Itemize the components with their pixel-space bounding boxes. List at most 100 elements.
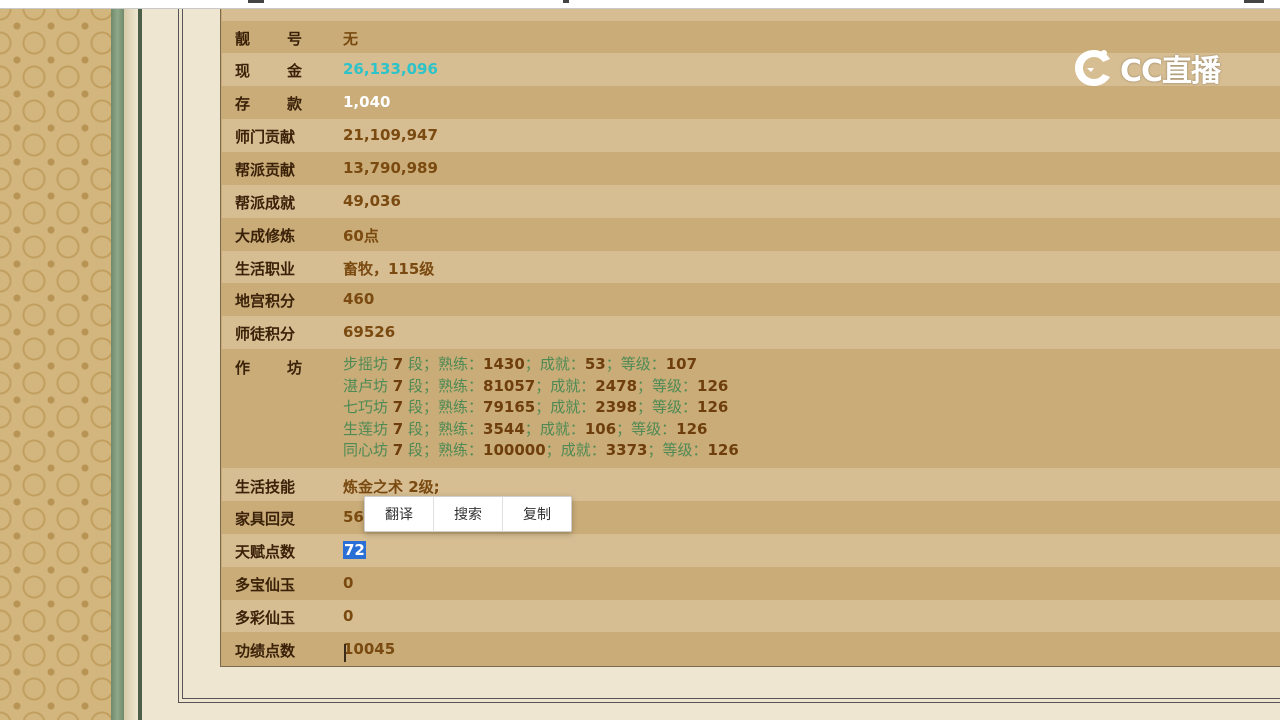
row-label: 现金 [235, 60, 302, 81]
workshop-level: 7 [392, 355, 404, 373]
workshop-level: 7 [392, 398, 404, 417]
row-label: 作坊 [235, 357, 302, 378]
workshop-grade: 126 [707, 441, 739, 460]
left-green-band [111, 9, 124, 720]
row-value: 60点 [343, 227, 379, 245]
row-label: 多彩仙玉 [235, 609, 296, 627]
row-label-char: 靓 [235, 30, 251, 48]
row-value: 69526 [343, 323, 396, 341]
row-label: 生活职业 [235, 260, 296, 278]
text-cursor-icon [344, 644, 346, 664]
workshop-token: 段； [408, 398, 439, 417]
workshop-token: 熟练： [438, 419, 484, 438]
workshop-list: 步摇坊 7 段；熟练：1430；成就：53；等级：107 湛卢坊 7 段；熟练：… [343, 354, 739, 462]
talent-value-selected[interactable]: 72 [343, 541, 366, 559]
workshop-token: 成就： [539, 419, 585, 438]
workshop-achievement: 106 [584, 419, 617, 438]
workshop-token: 等级： [652, 398, 698, 417]
row-label-char: 作 [235, 359, 251, 377]
row-label: 帮派成就 [235, 194, 296, 212]
workshop-token: 熟练： [438, 398, 484, 417]
info-row-partial [222, 9, 1280, 21]
row-value: 460 [343, 290, 375, 308]
workshop-level: 7 [392, 419, 404, 438]
workshop-line: 同心坊 7 段；熟练：100000；成就：3373；等级：126 [343, 441, 739, 460]
info-row-cultivation: 大成修炼 60点 [222, 218, 1280, 251]
row-label-char: 金 [286, 62, 302, 80]
info-row-mentor-points: 师徒积分 69526 [222, 316, 1280, 349]
text-selection[interactable]: 72 [343, 541, 366, 559]
row-value: 炼金之术 2级; [343, 478, 440, 496]
workshop-name: 步摇坊 [343, 355, 389, 373]
row-label-char: 款 [286, 95, 302, 113]
workshop-grade: 107 [665, 355, 698, 373]
workshop-token: 段； [408, 419, 439, 438]
row-label: 帮派贡献 [235, 161, 296, 179]
info-row-merit-points: 功绩点数 10045 [222, 632, 1280, 666]
row-label: 天赋点数 [235, 543, 296, 561]
info-row-guild-achievement: 帮派成就 49,036 [222, 185, 1280, 218]
workshop-token: 熟练： [438, 376, 484, 395]
top-strip-mark [1244, 0, 1264, 3]
row-label-char: 现 [235, 62, 251, 80]
top-strip-mark [248, 0, 264, 3]
row-label: 存款 [235, 93, 302, 114]
workshop-token: 段； [408, 376, 439, 395]
workshop-skill: 3544 [483, 419, 525, 438]
workshop-achievement: 53 [584, 355, 606, 373]
workshop-token: 等级： [620, 355, 666, 373]
row-value: 21,109,947 [343, 126, 438, 144]
row-label: 师门贡献 [235, 128, 296, 146]
workshop-line: 生莲坊 7 段；熟练：3544；成就：106；等级：126 [343, 419, 708, 438]
workshop-name: 湛卢坊 [343, 376, 389, 395]
workshop-line: 步摇坊 7 段；熟练：1430；成就：53；等级：107 [343, 355, 698, 373]
row-value: 56 [343, 508, 364, 526]
copy-button[interactable]: 复制 [503, 497, 571, 531]
info-row-guild-contribution: 帮派贡献 13,790,989 [222, 152, 1280, 185]
workshop-skill: 100000 [483, 441, 546, 460]
workshop-name: 生莲坊 [343, 419, 389, 438]
workshop-token: 等级： [662, 441, 708, 460]
row-label: 大成修炼 [235, 227, 296, 245]
translate-button[interactable]: 翻译 [365, 497, 434, 531]
workshop-achievement: 3373 [605, 441, 648, 460]
workshop-grade: 126 [697, 398, 729, 417]
row-label: 生活技能 [235, 478, 296, 496]
row-label: 地宫积分 [235, 292, 296, 310]
row-value: 49,036 [343, 192, 401, 210]
info-row-workshop: 作坊 步摇坊 7 段；熟练：1430；成就：53；等级：107 湛卢坊 7 段；… [222, 349, 1280, 468]
info-row-duocai-jade: 多彩仙玉 0 [222, 600, 1280, 632]
workshop-token: 成就： [550, 398, 596, 417]
row-label-char: 号 [286, 30, 302, 48]
row-label-char: 存 [235, 95, 251, 113]
workshop-token: 等级： [652, 376, 698, 395]
workshop-token: 熟练： [438, 355, 484, 373]
workshop-token: 段； [408, 355, 439, 373]
workshop-skill: 1430 [483, 355, 525, 373]
row-value: 0 [343, 607, 354, 625]
workshop-token: 等级： [631, 419, 677, 438]
selection-context-menu: 翻译 搜索 复制 [364, 496, 572, 532]
cc-live-logo-icon [1075, 50, 1110, 86]
workshop-token: 成就： [539, 355, 585, 373]
workshop-grade: 126 [676, 419, 708, 438]
workshop-line: 七巧坊 7 段；熟练：79165；成就：2398；等级：126 [343, 398, 729, 417]
workshop-name: 七巧坊 [343, 398, 389, 417]
deposit-value: 1,040 [343, 93, 391, 111]
cc-live-watermark: CC直播 [1070, 42, 1240, 94]
row-label: 靓号 [235, 28, 302, 49]
row-value: 畜牧，115级 [343, 260, 435, 278]
workshop-token: 成就： [550, 376, 596, 395]
info-row-talent-points: 天赋点数 72 [222, 534, 1280, 567]
top-strip [0, 0, 1280, 9]
top-strip-mark [563, 0, 569, 3]
cash-value: 26,133,096 [343, 60, 438, 78]
row-label: 家具回灵 [235, 510, 296, 528]
workshop-token: 段； [408, 441, 439, 460]
row-label: 功绩点数 [235, 642, 296, 660]
info-row-sect-contribution: 师门贡献 21,109,947 [222, 119, 1280, 152]
row-value: 0 [343, 574, 354, 592]
search-button[interactable]: 搜索 [434, 497, 503, 531]
workshop-token: 成就： [560, 441, 606, 460]
watermark-text: CC直播 [1120, 54, 1221, 89]
